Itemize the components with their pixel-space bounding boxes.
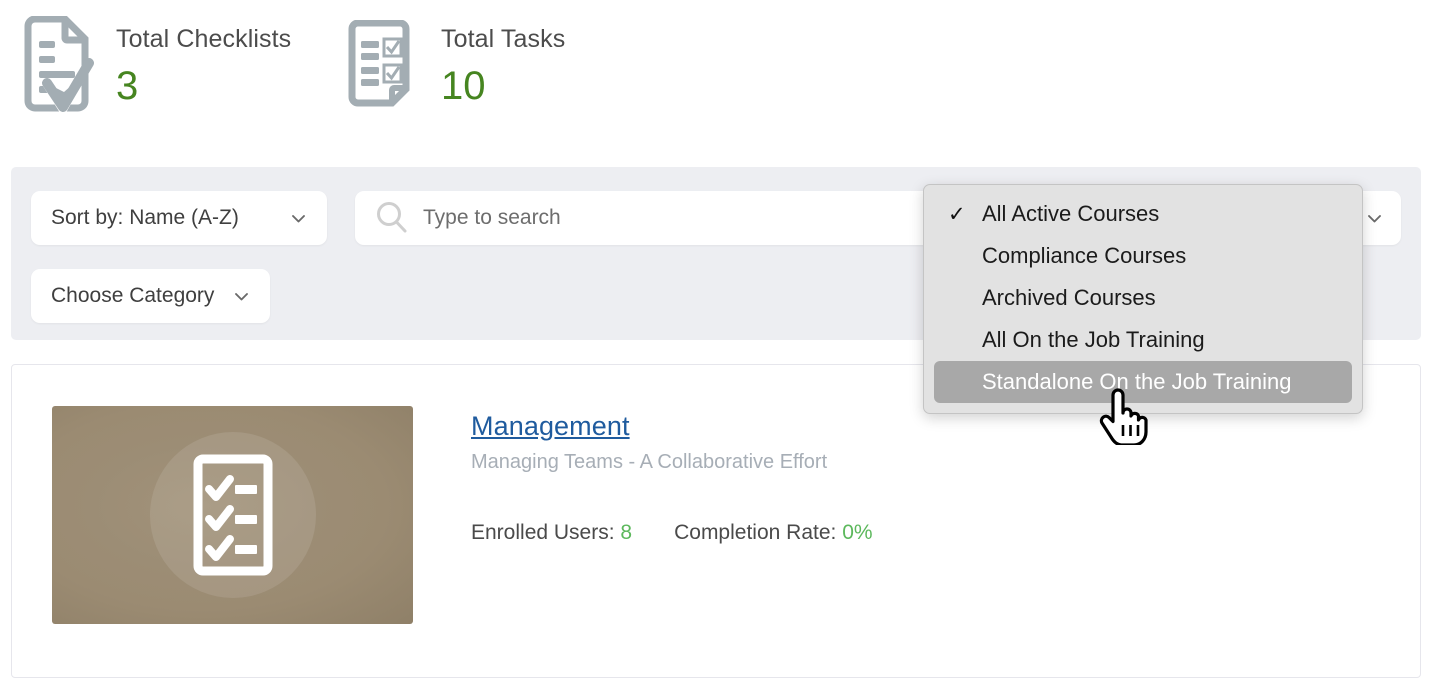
completion-rate-value: 0% <box>842 521 872 544</box>
dropdown-item-all-on-the-job-training[interactable]: All On the Job Training <box>934 319 1352 361</box>
stat-text-block: Total Tasks 10 <box>441 16 565 112</box>
stats-summary-bar: Total Checklists 3 <box>0 0 1432 167</box>
dropdown-item-all-active-courses[interactable]: ✓ All Active Courses <box>934 193 1352 235</box>
pointing-hand-cursor <box>1096 387 1154 445</box>
stat-value: 3 <box>116 60 291 112</box>
task-list-icon <box>348 20 410 112</box>
completion-rate-label: Completion Rate: <box>674 521 836 544</box>
stat-label: Total Checklists <box>116 24 291 54</box>
checkmark-icon: ✓ <box>948 202 966 227</box>
dropdown-item-label: Archived Courses <box>982 285 1156 311</box>
page-root: Total Checklists 3 <box>0 0 1432 678</box>
course-status-dropdown-menu[interactable]: ✓ All Active Courses Compliance Courses … <box>923 184 1363 414</box>
course-details: Management Managing Teams - A Collaborat… <box>471 409 1390 545</box>
stat-value: 10 <box>441 60 565 112</box>
enrolled-users-value: 8 <box>620 521 632 544</box>
chevron-down-icon <box>1366 210 1383 227</box>
dropdown-item-compliance-courses[interactable]: Compliance Courses <box>934 235 1352 277</box>
dropdown-item-label: All Active Courses <box>982 201 1159 227</box>
course-thumbnail[interactable] <box>52 406 413 624</box>
stat-total-checklists: Total Checklists 3 <box>20 16 291 116</box>
dropdown-item-label: Compliance Courses <box>982 243 1186 269</box>
search-icon <box>373 199 411 237</box>
sort-by-label: Sort by: Name (A-Z) <box>51 206 239 230</box>
completion-rate-metric: Completion Rate: 0% <box>674 521 872 545</box>
chevron-down-icon <box>290 210 307 227</box>
dropdown-item-label: All On the Job Training <box>982 327 1205 353</box>
search-placeholder: Type to search <box>423 206 561 230</box>
course-subtitle: Managing Teams - A Collaborative Effort <box>471 447 1390 477</box>
enrolled-users-label: Enrolled Users: <box>471 521 615 544</box>
stat-total-tasks: Total Tasks 10 <box>348 16 565 112</box>
choose-category-select[interactable]: Choose Category <box>31 269 270 323</box>
search-input[interactable]: Type to search <box>355 191 1015 245</box>
choose-category-label: Choose Category <box>51 284 214 308</box>
enrolled-users-metric: Enrolled Users: 8 <box>471 521 632 545</box>
stat-label: Total Tasks <box>441 24 565 54</box>
document-check-icon <box>20 16 94 116</box>
chevron-down-icon <box>233 288 250 305</box>
stat-text-block: Total Checklists 3 <box>116 16 291 112</box>
dropdown-item-archived-courses[interactable]: Archived Courses <box>934 277 1352 319</box>
course-metrics: Enrolled Users: 8 Completion Rate: 0% <box>471 521 1390 545</box>
sort-by-select[interactable]: Sort by: Name (A-Z) <box>31 191 327 245</box>
checklist-clipboard-icon <box>183 453 283 577</box>
course-title-link[interactable]: Management <box>471 411 630 441</box>
